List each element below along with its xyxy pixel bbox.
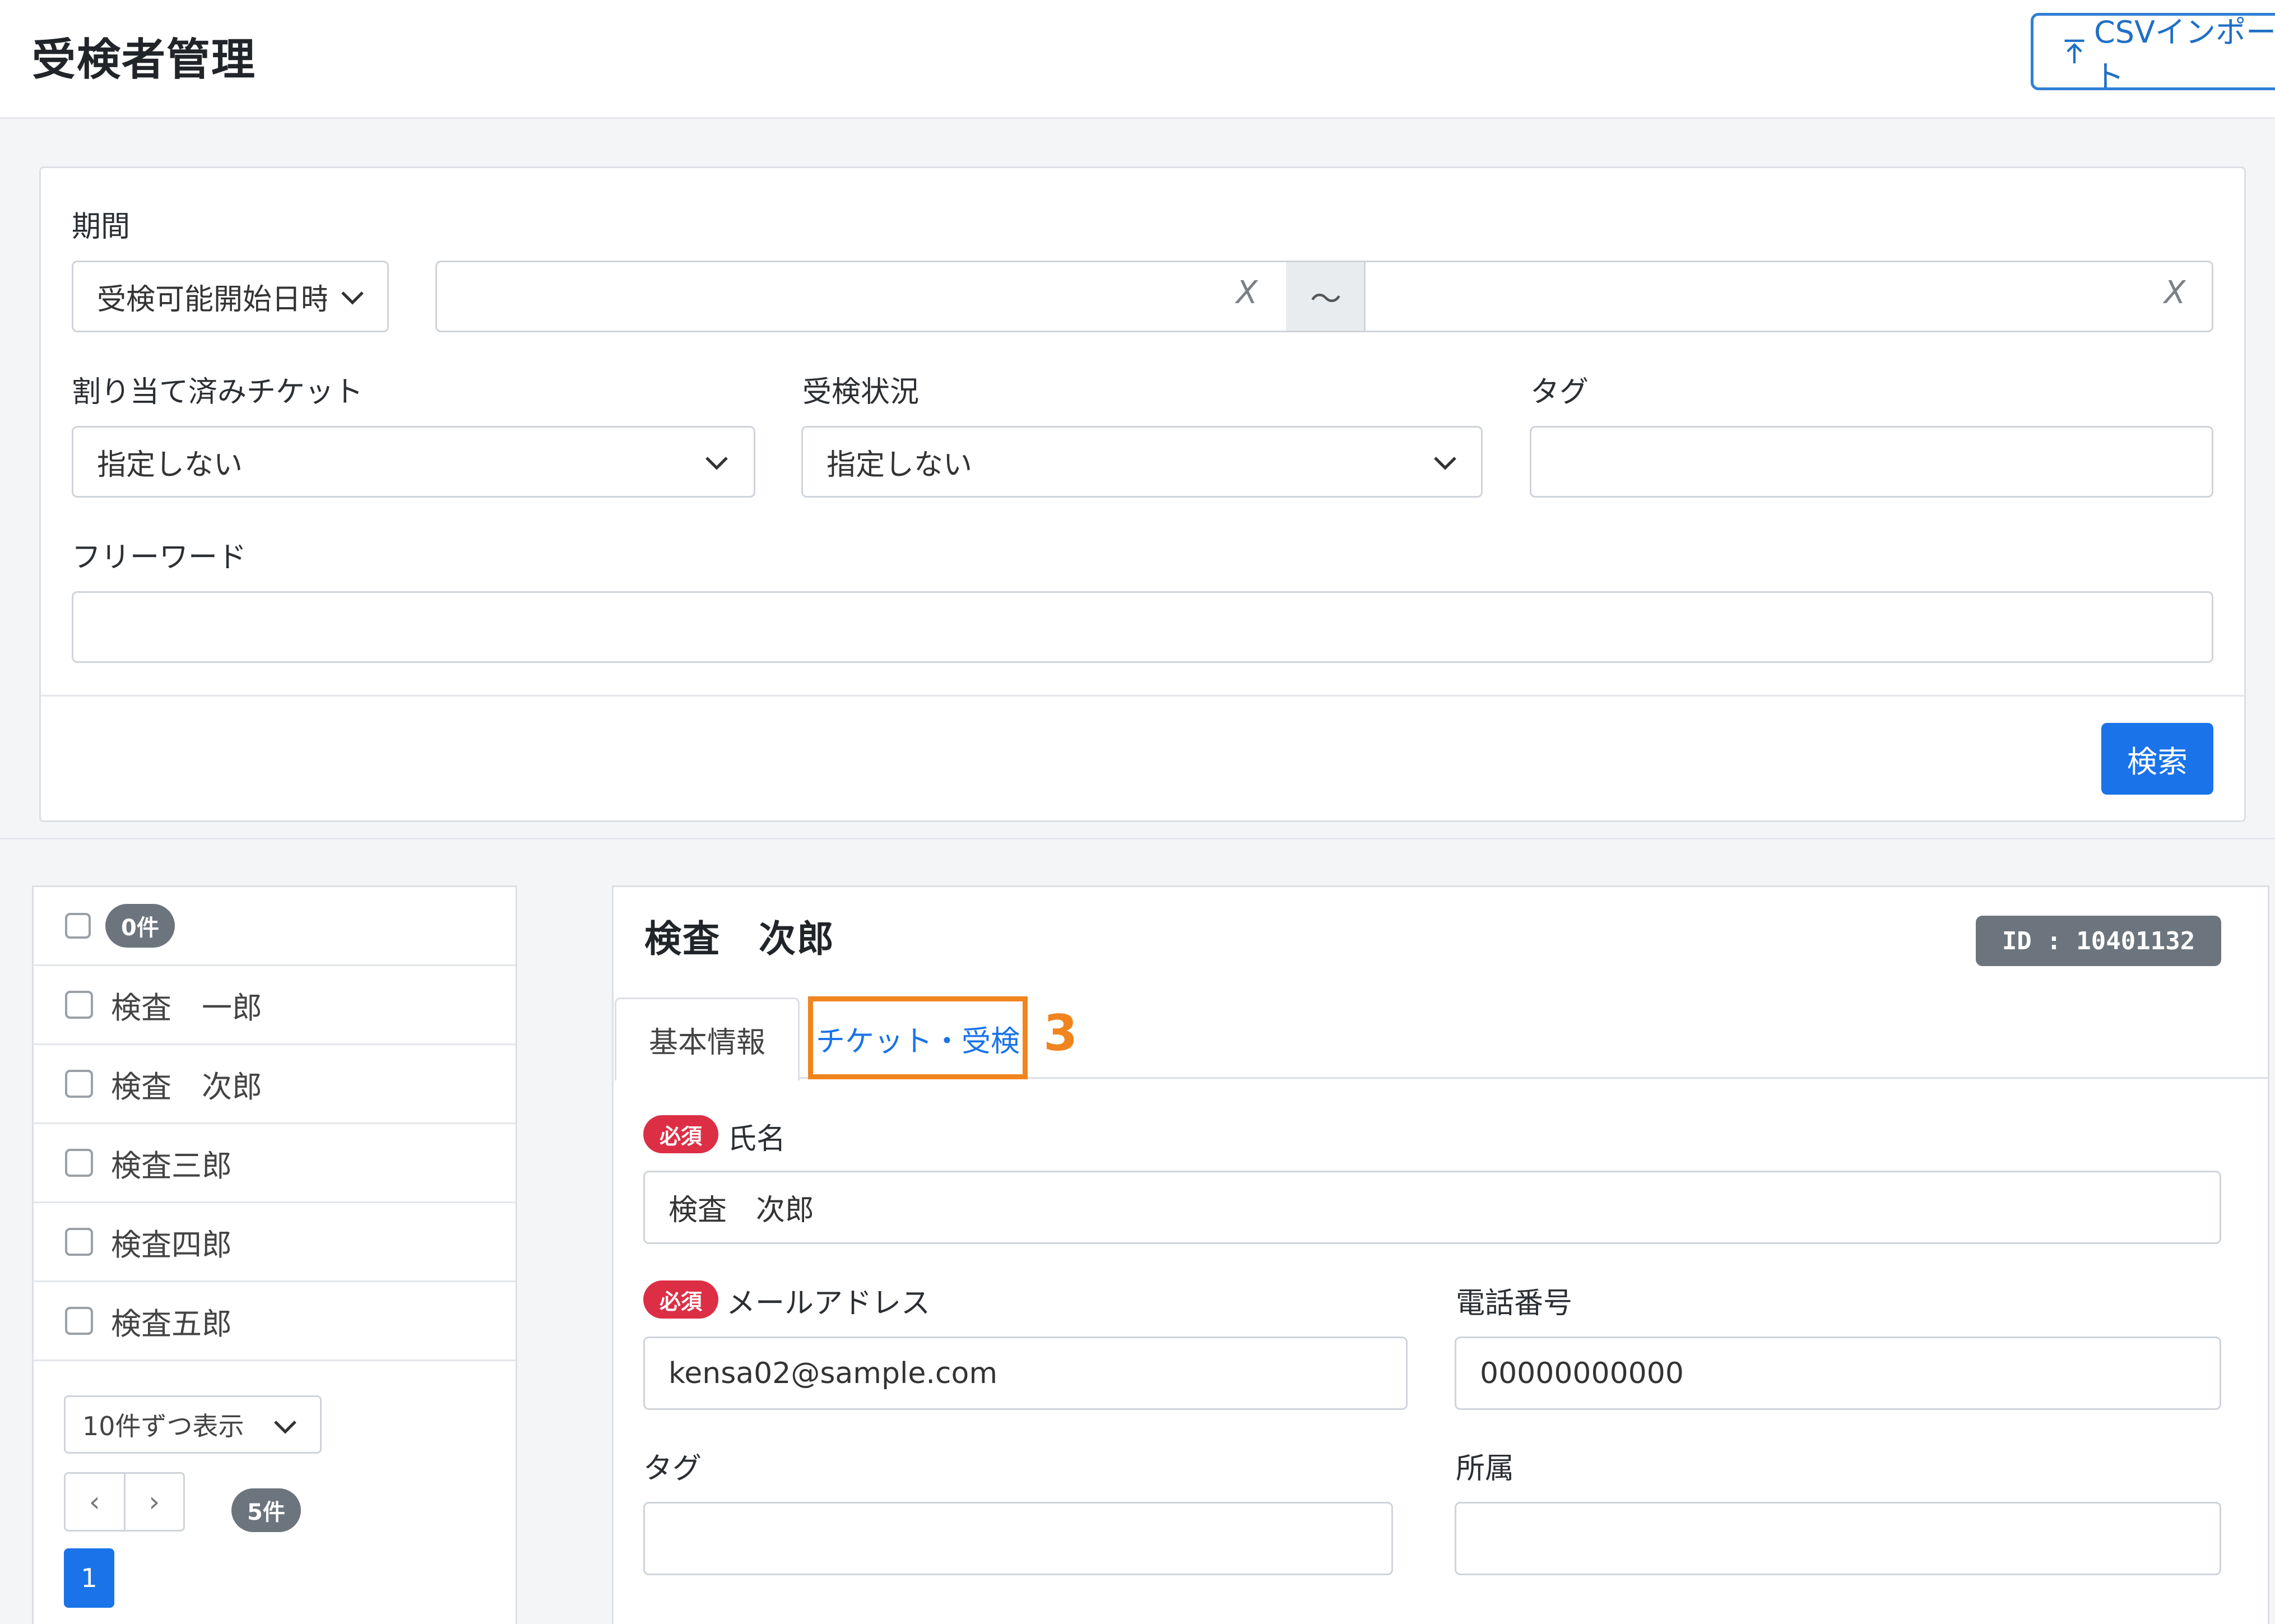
status-value: 指定しない	[827, 448, 973, 482]
status-label: 受検状況	[802, 375, 920, 409]
tag-label: タグ	[1530, 375, 1589, 409]
next-page-button[interactable]: ›	[126, 1474, 184, 1530]
list-item[interactable]: 検査 次郎	[34, 1045, 516, 1124]
list-item-name: 検査五郎	[111, 1306, 232, 1342]
list-item-name: 検査四郎	[111, 1227, 232, 1263]
required-badge: 必須	[643, 1115, 718, 1153]
required-badge: 必須	[643, 1280, 718, 1319]
search-button[interactable]: 検索	[2101, 723, 2213, 795]
list-item[interactable]: 検査五郎	[34, 1282, 516, 1361]
name-label: 氏名	[727, 1122, 786, 1156]
row-checkbox[interactable]	[65, 1307, 93, 1335]
freeword-label: フリーワード	[72, 541, 247, 574]
affiliation-label: 所属	[1456, 1452, 1515, 1486]
per-page-select[interactable]: 10件ずつ表示	[64, 1395, 322, 1454]
status-select[interactable]: 指定しない	[801, 426, 1483, 498]
annotation-step-number: 3	[1043, 1004, 1078, 1062]
select-all-row: 0件	[34, 887, 516, 966]
page-1-button[interactable]: 1	[64, 1548, 114, 1608]
per-page-value: 10件ずつ表示	[82, 1411, 244, 1441]
clear-date-from-icon[interactable]: X	[1236, 275, 1257, 311]
affiliation-input[interactable]	[1455, 1502, 2221, 1575]
freeword-input[interactable]	[72, 591, 2213, 663]
tab-basic-info[interactable]: 基本情報	[615, 997, 800, 1080]
name-value: 検査 次郎	[668, 1194, 815, 1227]
select-all-checkbox[interactable]	[65, 913, 91, 939]
ticket-label: 割り当て済みチケット	[72, 375, 364, 409]
search-panel-divider	[41, 695, 2244, 697]
period-type-select[interactable]: 受検可能開始日時	[72, 261, 389, 332]
list-item[interactable]: 検査三郎	[34, 1124, 516, 1203]
page-header: 受検者管理 CSVインポート	[0, 0, 2275, 119]
date-separator-text: 〜	[1310, 281, 1341, 318]
chevron-down-icon	[1434, 457, 1456, 470]
ticket-value: 指定しない	[97, 448, 243, 482]
period-label: 期間	[72, 210, 131, 244]
tag-input[interactable]	[1530, 426, 2213, 498]
phone-value: 00000000000	[1480, 1356, 1684, 1390]
selected-count-badge: 0件	[105, 904, 175, 948]
phone-label: 電話番号	[1456, 1287, 1573, 1320]
email-input[interactable]: kensa02@sample.com	[643, 1337, 1408, 1410]
phone-input[interactable]: 00000000000	[1455, 1337, 2221, 1410]
ticket-select[interactable]: 指定しない	[72, 426, 755, 498]
date-from-input[interactable]	[435, 261, 1288, 332]
email-value: kensa02@sample.com	[668, 1356, 997, 1390]
chevron-down-icon	[341, 291, 364, 305]
tab-basic-info-label: 基本情報	[648, 1026, 765, 1060]
csv-import-label: CSVインポート	[2094, 15, 2275, 94]
total-count-badge: 5件	[231, 1488, 301, 1532]
clear-date-to-icon[interactable]: X	[2164, 275, 2185, 311]
date-range-separator: 〜	[1286, 261, 1366, 332]
detail-tag-label: タグ	[643, 1452, 702, 1486]
row-checkbox[interactable]	[65, 1228, 93, 1256]
list-item-name: 検査三郎	[111, 1148, 232, 1184]
chevron-down-icon	[274, 1421, 296, 1434]
row-checkbox[interactable]	[65, 1149, 93, 1177]
period-type-value: 受検可能開始日時	[97, 282, 327, 317]
list-item[interactable]: 検査 一郎	[34, 966, 516, 1045]
page-title: 受検者管理	[32, 35, 257, 85]
email-label: メールアドレス	[726, 1287, 931, 1320]
date-to-input[interactable]	[1364, 261, 2213, 332]
pagination-arrows: ‹ ›	[64, 1472, 185, 1532]
prev-page-button[interactable]: ‹	[66, 1474, 126, 1530]
annotation-highlight-box	[808, 996, 1028, 1079]
row-checkbox[interactable]	[65, 991, 93, 1019]
detail-tag-input[interactable]	[643, 1502, 1393, 1575]
list-item-name: 検査 次郎	[111, 1069, 262, 1105]
list-item[interactable]: 検査四郎	[34, 1203, 516, 1282]
chevron-down-icon	[705, 457, 728, 470]
name-input[interactable]: 検査 次郎	[643, 1171, 2221, 1244]
detail-name-title: 検査 次郎	[644, 917, 835, 961]
list-item-name: 検査 一郎	[111, 990, 262, 1026]
id-badge: ID : 10401132	[1976, 916, 2221, 966]
row-checkbox[interactable]	[65, 1070, 93, 1098]
csv-import-button[interactable]: CSVインポート	[2031, 13, 2275, 94]
upload-icon	[2064, 39, 2084, 64]
